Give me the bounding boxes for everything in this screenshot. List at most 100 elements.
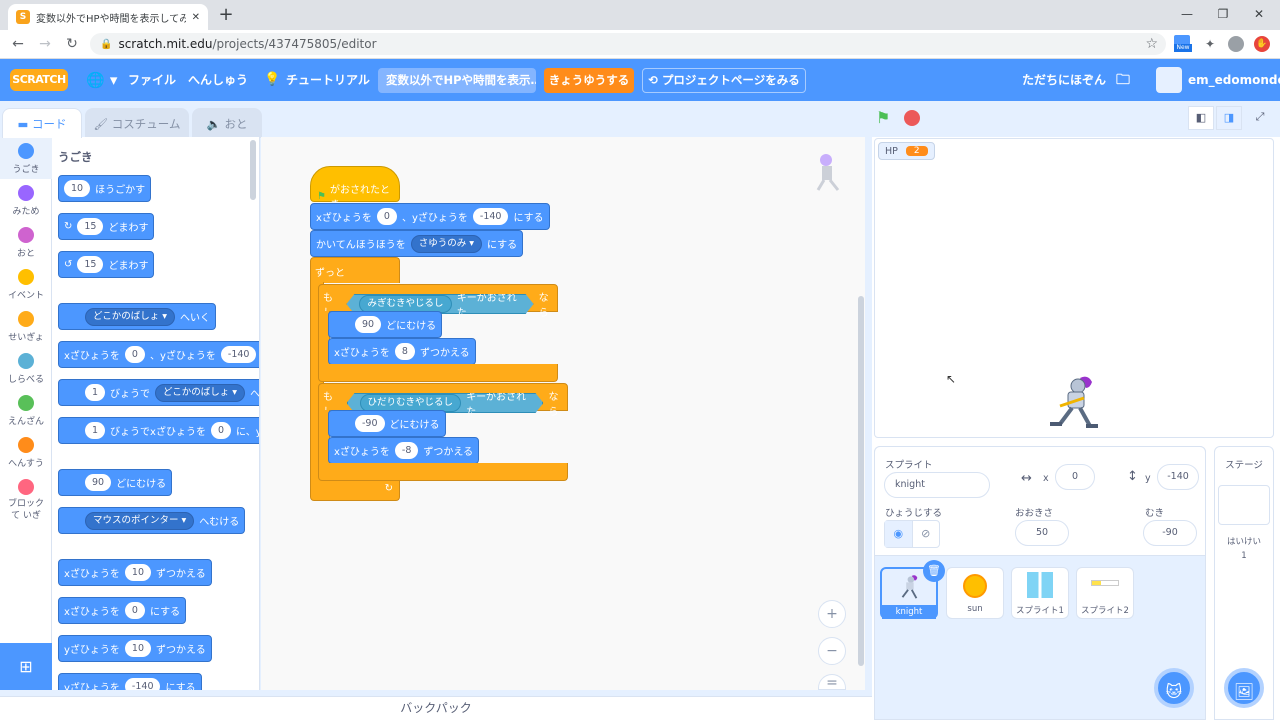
- url-input[interactable]: 🔒 scratch.mit.edu/projects/437475805/edi…: [90, 33, 1166, 55]
- block-input[interactable]: 8: [394, 343, 415, 360]
- category-motion[interactable]: うごき: [0, 137, 52, 179]
- hide-eye-icon[interactable]: ⊘: [913, 521, 940, 547]
- knight-sprite[interactable]: [1046, 372, 1102, 432]
- category-looks[interactable]: みため: [0, 179, 52, 221]
- tab-costumes[interactable]: 🖌 コスチューム: [85, 108, 189, 138]
- block-input[interactable]: 0: [124, 602, 145, 619]
- normal-stage-icon[interactable]: ◨: [1216, 106, 1242, 130]
- zoom-out-button[interactable]: −: [818, 637, 846, 665]
- block-dropdown[interactable]: さゆうのみ ▾: [410, 234, 482, 253]
- minimize-button[interactable]: —: [1172, 4, 1202, 24]
- palette-scrollbar[interactable]: [250, 140, 256, 200]
- direction-input[interactable]: -90: [1143, 520, 1197, 546]
- block-input[interactable]: -8: [394, 442, 419, 459]
- stop-icon[interactable]: [904, 110, 920, 126]
- language-globe-icon[interactable]: 🌐 ▾: [86, 59, 117, 101]
- extension-new-icon[interactable]: New: [1174, 35, 1192, 53]
- sprite-tile-sun[interactable]: sun: [946, 567, 1004, 619]
- scratch-logo[interactable]: SCRATCH: [10, 69, 68, 91]
- category-sound[interactable]: おと: [0, 221, 52, 263]
- if-left-arrow-block[interactable]: もし ひだりむきやじるし ▾ キーがおされた なら: [318, 383, 568, 411]
- adblock-icon[interactable]: ✋: [1253, 35, 1271, 53]
- see-project-page-button[interactable]: ⟲ プロジェクトページをみる: [642, 68, 806, 93]
- tab-sounds[interactable]: 🔈 おと: [192, 108, 262, 138]
- window-close-button[interactable]: ✕: [1244, 4, 1274, 24]
- palette-block-point-direction[interactable]: 90 どにむける: [58, 469, 173, 496]
- block-input[interactable]: 10: [124, 564, 152, 581]
- green-flag-icon[interactable]: ⚑: [876, 108, 896, 128]
- x-position-input[interactable]: 0: [1055, 464, 1095, 490]
- block-input[interactable]: 15: [77, 218, 104, 235]
- choose-backdrop-button[interactable]: 🖼: [1224, 668, 1264, 708]
- block-input[interactable]: 10: [64, 180, 91, 197]
- backpack-bar[interactable]: バックパック: [0, 696, 872, 720]
- block-input[interactable]: 15: [77, 256, 104, 273]
- maximize-button[interactable]: ❐: [1208, 4, 1238, 24]
- category-my-blocks[interactable]: ブロックて いぎ: [0, 473, 52, 521]
- block-dropdown[interactable]: どこかのばしょ ▾: [85, 307, 176, 326]
- palette-block-turn-right[interactable]: ↻ 15 どまわす: [58, 213, 155, 240]
- script-point-direction-90[interactable]: 90 どにむける: [328, 311, 443, 338]
- block-dropdown[interactable]: どこかのばしょ ▾: [155, 383, 246, 402]
- project-title-input[interactable]: 変数以外でHPや時間を表示…: [378, 68, 536, 93]
- category-sensing[interactable]: しらべる: [0, 347, 52, 389]
- category-control[interactable]: せいぎょ: [0, 305, 52, 347]
- block-input[interactable]: -140: [220, 346, 257, 363]
- palette-block-move[interactable]: 10 ほうごかす: [58, 175, 152, 202]
- palette-block-goto[interactable]: どこかのばしょ ▾ へいく: [58, 303, 217, 330]
- script-goto-xy-block[interactable]: xざひょうを 0 、yざひょうを -140 にする: [310, 203, 550, 230]
- zoom-in-button[interactable]: +: [818, 600, 846, 628]
- small-stage-icon[interactable]: ◧: [1188, 106, 1214, 130]
- new-tab-button[interactable]: +: [216, 5, 236, 25]
- menu-edit[interactable]: へんしゅう: [188, 59, 248, 101]
- when-flag-clicked-hat[interactable]: ⚑ がおされたとき: [310, 166, 400, 211]
- forever-block[interactable]: ずっと: [310, 257, 400, 283]
- palette-block-set-y[interactable]: yざひょうを -140 にする: [58, 673, 202, 690]
- choose-sprite-button[interactable]: 🐱: [1154, 668, 1194, 708]
- sprite-name-input[interactable]: knight: [884, 472, 990, 498]
- block-input[interactable]: -90: [355, 415, 385, 432]
- category-operators[interactable]: えんざん: [0, 389, 52, 431]
- block-input[interactable]: 90: [355, 316, 382, 333]
- script-point-direction-minus90[interactable]: -90 どにむける: [328, 410, 446, 437]
- sprite-tile-sprite1[interactable]: スプライト1: [1011, 567, 1069, 619]
- back-arrow-icon[interactable]: ←: [8, 34, 28, 54]
- forward-arrow-icon[interactable]: →: [35, 34, 55, 54]
- show-eye-icon[interactable]: ◉: [885, 521, 913, 547]
- script-rotation-style-block[interactable]: かいてんほうほうを さゆうのみ ▾ にする: [310, 230, 524, 257]
- delete-sprite-trash-icon[interactable]: 🗑: [923, 560, 945, 582]
- user-avatar[interactable]: [1156, 67, 1182, 93]
- block-input[interactable]: 0: [124, 346, 145, 363]
- menu-file[interactable]: ファイル: [128, 59, 176, 101]
- palette-block-set-x[interactable]: xざひょうを 0 にする: [58, 597, 187, 624]
- sprite-tile-sprite2[interactable]: スプライト2: [1076, 567, 1134, 619]
- save-now-link[interactable]: ただちにほぞん: [1022, 59, 1106, 101]
- extensions-puzzle-icon[interactable]: ✦: [1201, 35, 1219, 53]
- menu-tutorials[interactable]: チュートリアル: [286, 59, 370, 101]
- palette-block-goto-xy[interactable]: xざひょうを0、yざひょうを-140にす: [58, 341, 259, 368]
- block-input[interactable]: 0: [376, 208, 397, 225]
- hp-variable-monitor[interactable]: HP 2: [878, 142, 935, 160]
- script-change-x-minus8[interactable]: xざひょうを -8 ずつかえる: [328, 437, 480, 464]
- tab-code[interactable]: ▬ コード: [2, 108, 82, 138]
- palette-block-glide-xy[interactable]: 1 びょうでxざひょうを 0 に、yざ: [58, 417, 259, 444]
- palette-block-point-towards[interactable]: マウスのポインター ▾ へむける: [58, 507, 246, 534]
- block-input[interactable]: 0: [210, 422, 232, 439]
- profile-avatar-icon[interactable]: [1227, 35, 1245, 53]
- if-right-arrow-block[interactable]: もし みぎむきやじるし ▾ キーがおされた なら: [318, 284, 558, 312]
- script-area-scrollbar[interactable]: [858, 296, 864, 666]
- fullscreen-icon[interactable]: ⤢: [1247, 106, 1273, 130]
- block-input[interactable]: 10: [124, 640, 152, 657]
- my-stuff-folder-icon[interactable]: 🗀: [1116, 59, 1130, 101]
- bookmark-star-icon[interactable]: ☆: [1145, 36, 1158, 52]
- browser-tab[interactable]: S 変数以外でHPや時間を表示してみ… ✕: [8, 4, 208, 30]
- palette-block-turn-left[interactable]: ↺ 15 どまわす: [58, 251, 155, 278]
- category-events[interactable]: イベント: [0, 263, 52, 305]
- block-input[interactable]: 90: [85, 474, 112, 491]
- tab-close-icon[interactable]: ✕: [192, 12, 200, 23]
- category-variables[interactable]: へんすう: [0, 431, 52, 473]
- size-input[interactable]: 50: [1015, 520, 1069, 546]
- palette-block-change-y[interactable]: yざひょうを 10 ずつかえる: [58, 635, 212, 662]
- palette-block-glide-to[interactable]: 1 びょうでどこかのばしょ ▾ へい: [58, 379, 259, 406]
- reload-icon[interactable]: ↻: [62, 34, 82, 54]
